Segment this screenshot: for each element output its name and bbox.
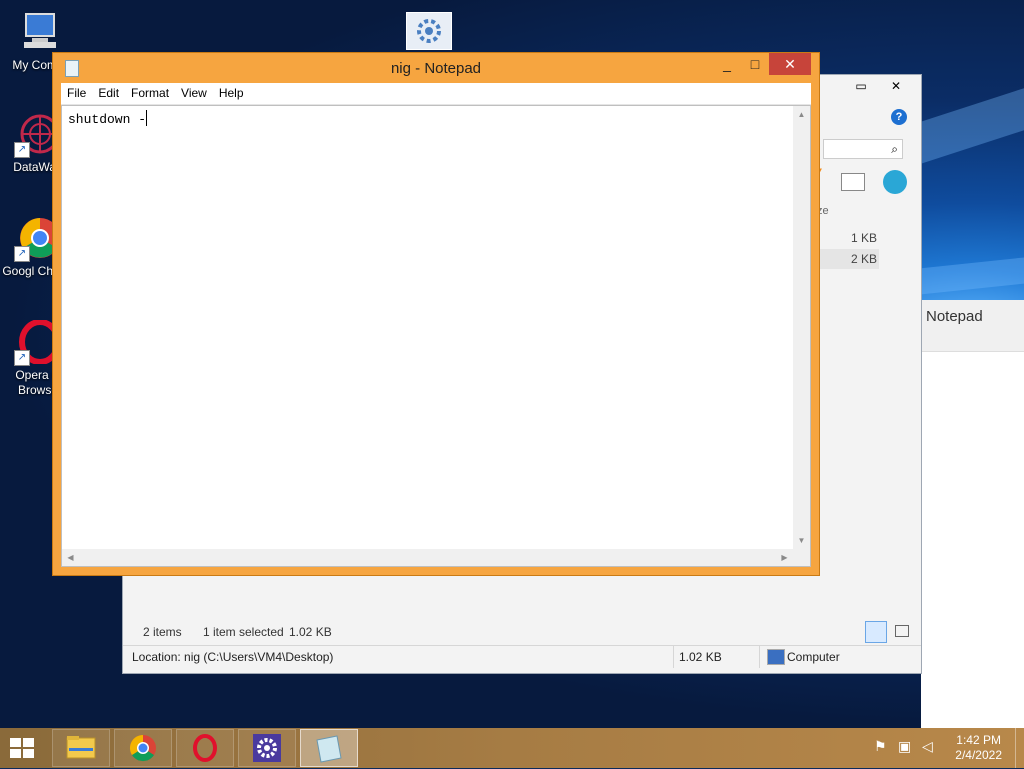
chrome-icon [129, 734, 156, 762]
preview-title: Notepad [921, 300, 1024, 352]
scroll-right-icon[interactable]: ▶ [776, 549, 793, 566]
clock-date: 2/4/2022 [955, 748, 1002, 762]
menu-view[interactable]: View [175, 83, 213, 104]
preview-window[interactable]: Notepad [921, 300, 1024, 728]
taskbar-opera[interactable] [176, 729, 234, 767]
file-size: 1 KB [850, 231, 877, 245]
menu-format[interactable]: Format [125, 83, 175, 104]
vertical-scrollbar[interactable]: ▲ ▼ [793, 106, 810, 549]
folder-icon [66, 736, 96, 759]
minimize-button[interactable]: _ [713, 53, 741, 75]
flag-icon[interactable]: ⚑ [874, 738, 887, 755]
scroll-up-icon[interactable]: ▲ [793, 106, 810, 123]
globe-icon[interactable] [883, 170, 907, 194]
close-button[interactable]: ✕ [769, 53, 811, 75]
start-button[interactable] [8, 736, 36, 760]
taskbar-file-explorer[interactable] [52, 729, 110, 767]
show-desktop-button[interactable] [1015, 728, 1024, 768]
resize-grip[interactable] [793, 549, 810, 566]
computer-label: Computer [787, 650, 840, 664]
large-icons-view-button[interactable] [891, 621, 911, 641]
search-icon: ⌕ [891, 142, 898, 156]
selected-info: 1 item selected [203, 625, 284, 639]
notepad-titlebar[interactable]: nig - Notepad _ □ ✕ [53, 53, 819, 83]
shortcut-arrow-icon: ↗ [14, 246, 30, 262]
window-title: nig - Notepad [390, 60, 482, 77]
taskbar-chrome[interactable] [114, 729, 172, 767]
explorer-close-button[interactable]: ✕ [877, 75, 915, 97]
taskbar-notepad[interactable] [300, 729, 358, 767]
computer-icon [767, 649, 785, 665]
taskbar: ⚑ ▣ ◁ 1:42 PM 2/4/2022 [0, 728, 1024, 768]
divider [759, 646, 760, 668]
menu-edit[interactable]: Edit [92, 83, 125, 104]
details-view-button[interactable] [865, 621, 887, 643]
help-icon[interactable]: ? [891, 109, 907, 125]
selected-row[interactable]: 2 KB [813, 249, 879, 269]
computer-icon [16, 10, 60, 54]
selected-size: 1.02 KB [289, 625, 332, 639]
volume-muted-icon[interactable]: ◁ [922, 738, 933, 755]
scroll-down-icon[interactable]: ▼ [793, 532, 810, 549]
search-box[interactable]: ⌕ [823, 139, 903, 159]
notepad-window[interactable]: nig - Notepad _ □ ✕ File Edit Format View He… [52, 52, 820, 576]
scroll-left-icon[interactable]: ◀ [62, 549, 79, 566]
shortcut-arrow-icon: ↗ [14, 350, 30, 366]
divider [123, 645, 921, 646]
explorer-maximize-button[interactable]: ▭ [847, 75, 875, 97]
file-size: 2 KB [850, 252, 877, 266]
menu-help[interactable]: Help [213, 83, 250, 104]
network-icon[interactable]: ▣ [898, 738, 911, 755]
taskbar-settings[interactable] [238, 729, 296, 767]
editor-content[interactable]: shutdown - [68, 110, 148, 127]
menu-file[interactable]: File [61, 83, 92, 104]
gear-icon [253, 734, 281, 762]
clock[interactable]: 1:42 PM 2/4/2022 [955, 733, 1002, 763]
location-text: Location: nig (C:\Users\VM4\Desktop) [132, 650, 334, 664]
mail-icon[interactable] [841, 173, 865, 191]
windows-logo-icon [10, 738, 34, 758]
maximize-button[interactable]: □ [741, 53, 769, 75]
settings-gear-desktop-icon[interactable] [406, 12, 452, 50]
shortcut-arrow-icon: ↗ [14, 142, 30, 158]
items-count: 2 items [143, 625, 182, 639]
divider [673, 646, 674, 668]
editor-text: shutdown - [68, 112, 147, 127]
menu-bar: File Edit Format View Help [61, 83, 811, 105]
horizontal-scrollbar[interactable]: ◀ ▶ [62, 549, 793, 566]
location-size: 1.02 KB [679, 650, 722, 664]
text-editor[interactable]: shutdown - ▲ ▼ ◀ ▶ [61, 105, 811, 567]
opera-icon [193, 734, 217, 762]
clock-time: 1:42 PM [956, 733, 1001, 747]
notepad-icon [316, 735, 342, 763]
text-caret [146, 110, 148, 126]
